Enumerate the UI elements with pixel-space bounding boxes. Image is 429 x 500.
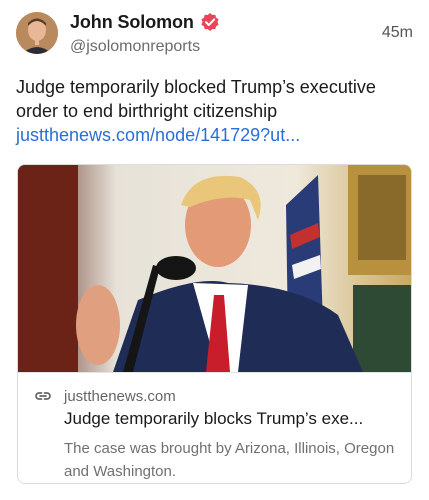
- author-block: John Solomon @jsolomonreports: [70, 10, 220, 56]
- verified-badge-icon: [201, 13, 219, 31]
- avatar[interactable]: [16, 12, 58, 54]
- author-handle[interactable]: @jsolomonreports: [70, 38, 220, 56]
- card-domain: justthenews.com: [64, 387, 176, 405]
- card-title[interactable]: Judge temporarily blocks Trump’s exe...: [64, 409, 404, 429]
- avatar-image: [16, 12, 58, 54]
- post-text: Judge temporarily blocked Trump’s execut…: [16, 77, 376, 121]
- news-photo: [18, 165, 411, 372]
- link-preview-card[interactable]: justthenews.com Judge temporarily blocks…: [17, 164, 412, 484]
- post-link[interactable]: justthenews.com/node/141729?ut...: [16, 123, 416, 147]
- link-icon: [35, 392, 51, 400]
- card-image[interactable]: [18, 165, 411, 372]
- post-body: Judge temporarily blocked Trump’s execut…: [16, 75, 416, 147]
- post-header: John Solomon @jsolomonreports 45m: [16, 10, 413, 60]
- author-name[interactable]: John Solomon: [70, 12, 194, 33]
- card-description: The case was brought by Arizona, Illinoi…: [64, 440, 395, 480]
- card-meta: justthenews.com Judge temporarily blocks…: [18, 372, 411, 483]
- post-timestamp: 45m: [381, 24, 413, 41]
